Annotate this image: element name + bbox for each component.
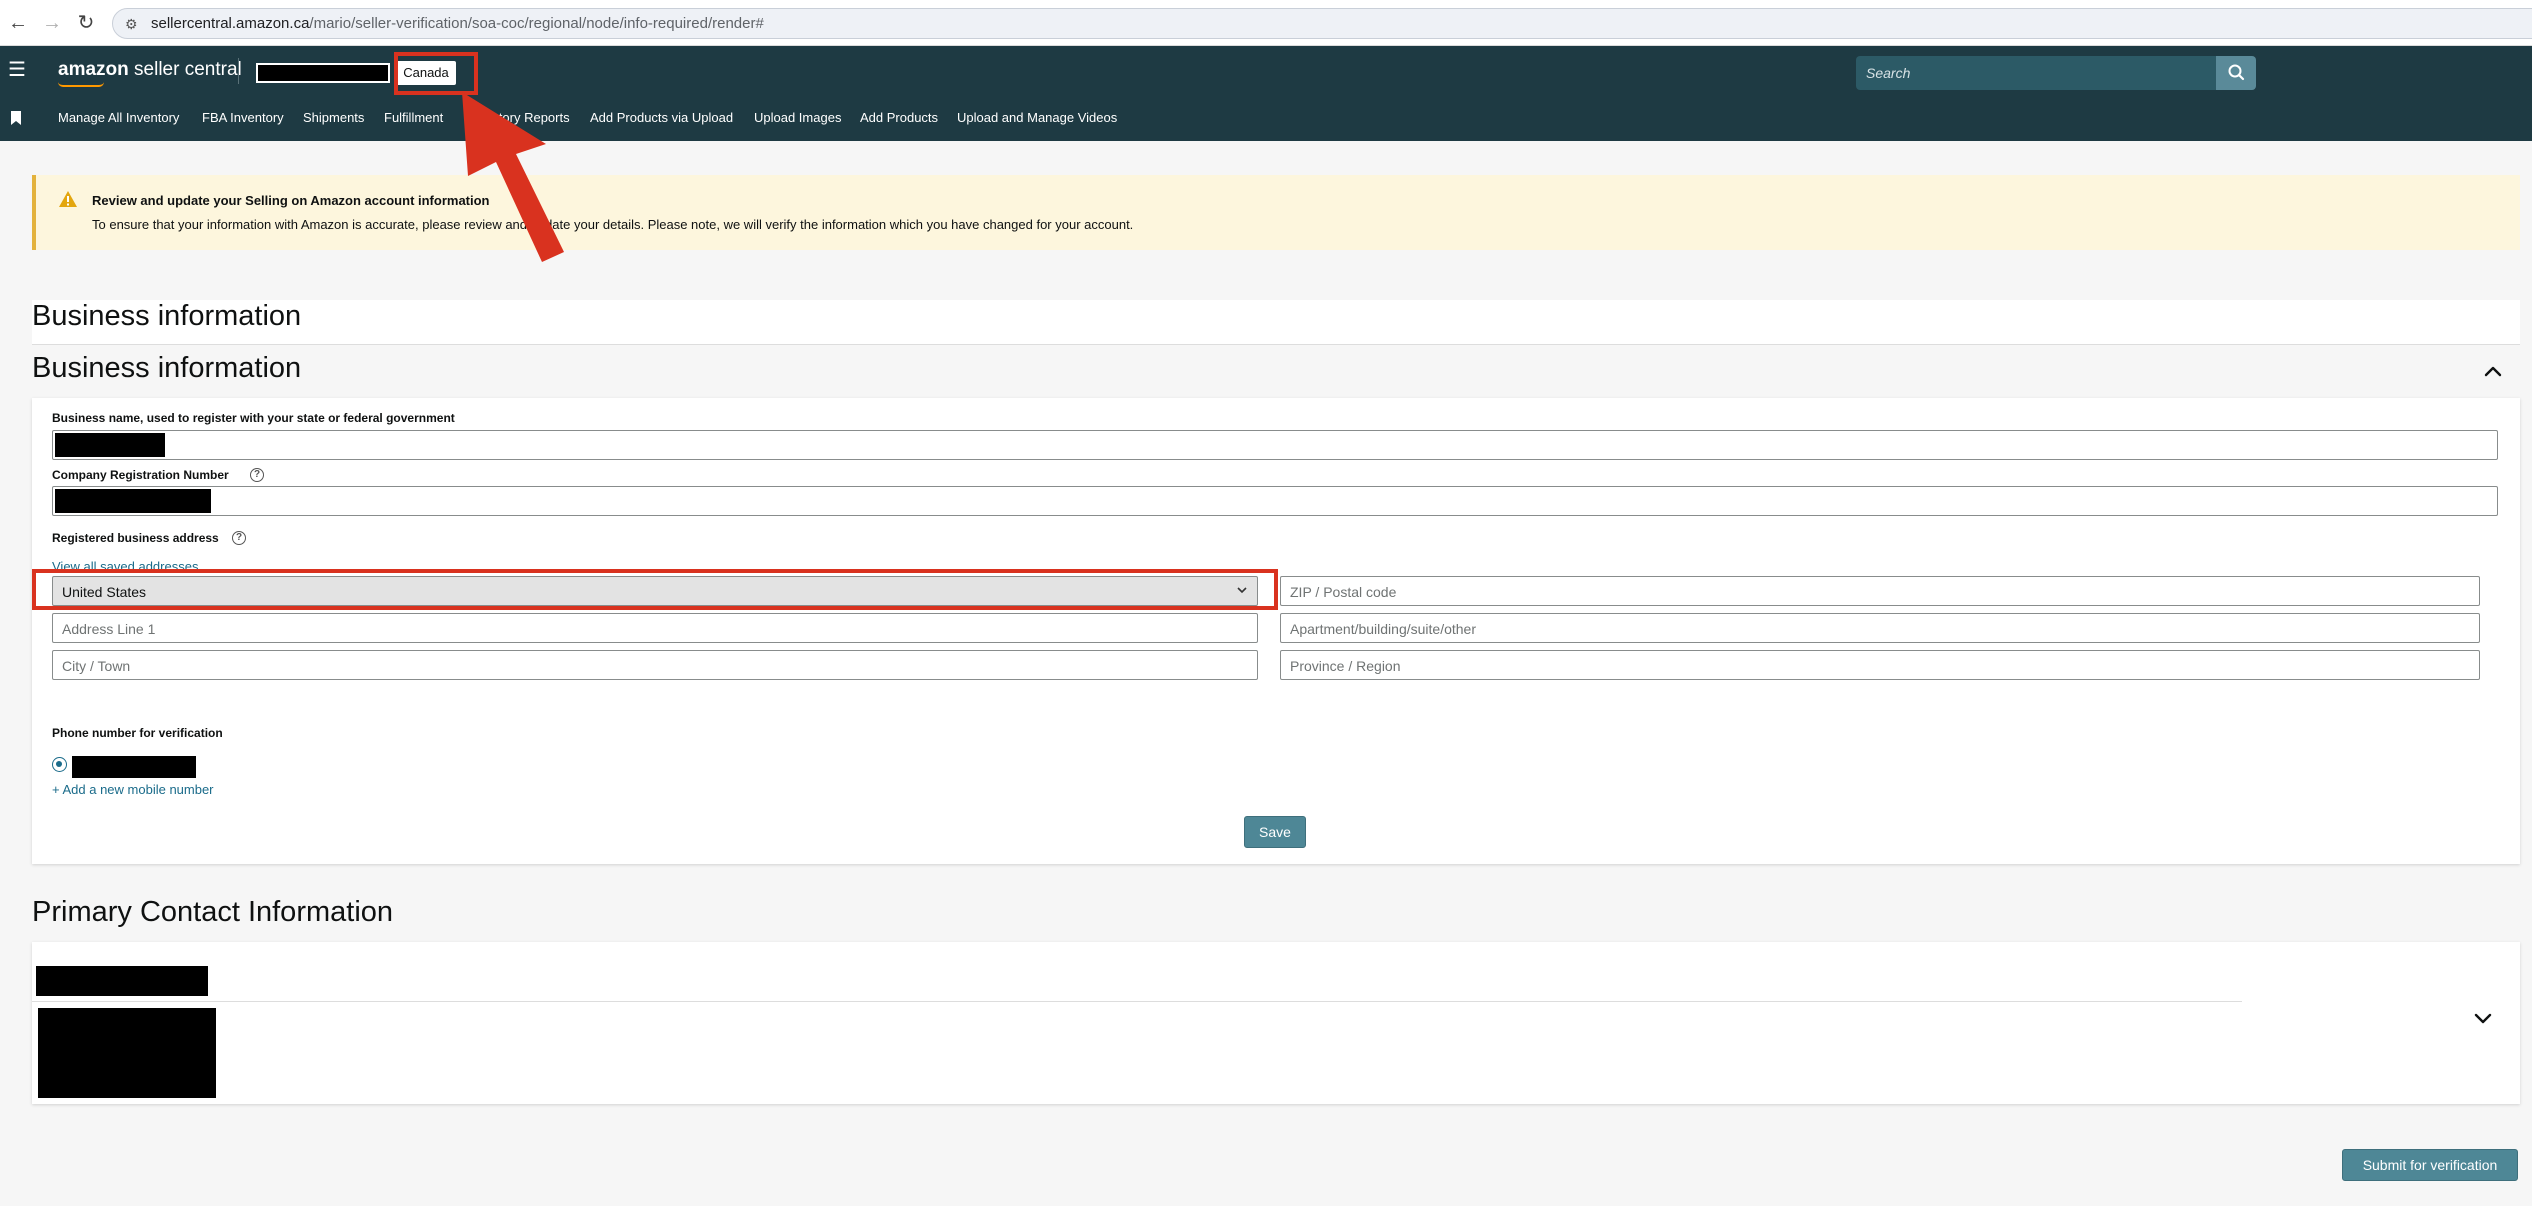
primary-contact-heading: Primary Contact Information bbox=[32, 896, 394, 928]
company-registration-label: Company Registration Number bbox=[52, 468, 229, 482]
address-bar[interactable]: ⚙ sellercentral.amazon.ca/mario/seller-v… bbox=[112, 8, 2532, 39]
navigation-shortcuts-bar: Manage All Inventory FBA Inventory Shipm… bbox=[0, 96, 2532, 141]
back-icon[interactable]: ← bbox=[4, 9, 32, 37]
bookmark-icon[interactable] bbox=[10, 110, 22, 126]
help-icon[interactable]: ? bbox=[250, 468, 264, 482]
view-saved-addresses-link[interactable]: View all saved addresses bbox=[52, 559, 198, 574]
province-region-input[interactable]: Province / Region bbox=[1280, 650, 2480, 680]
zip-placeholder: ZIP / Postal code bbox=[1290, 584, 1397, 600]
phone-radio[interactable] bbox=[52, 757, 67, 772]
marketplace-selector[interactable]: Canada bbox=[396, 61, 456, 85]
chevron-down-icon bbox=[1237, 587, 1247, 594]
search-placeholder: Search bbox=[1866, 65, 1911, 81]
section-divider bbox=[32, 344, 2520, 345]
seller-central-logo[interactable]: amazon seller central bbox=[58, 59, 242, 81]
business-info-heading: Business information bbox=[32, 352, 302, 384]
nav-add-products[interactable]: Add Products bbox=[860, 110, 938, 125]
nav-add-products-via-upload[interactable]: Add Products via Upload bbox=[590, 110, 733, 125]
submit-for-verification-button[interactable]: Submit for verification bbox=[2342, 1149, 2518, 1181]
nav-upload-and-manage-videos[interactable]: Upload and Manage Videos bbox=[957, 110, 1117, 125]
alert-title: Review and update your Selling on Amazon… bbox=[92, 193, 490, 208]
primary-contact-card[interactable] bbox=[32, 942, 2520, 1104]
company-registration-field[interactable] bbox=[52, 486, 2498, 516]
header-divider bbox=[238, 58, 239, 84]
country-select[interactable]: United States bbox=[52, 576, 1258, 606]
nav-fba-inventory[interactable]: FBA Inventory bbox=[202, 110, 284, 125]
address-line-1-placeholder: Address Line 1 bbox=[62, 621, 156, 637]
annotation-arrow bbox=[462, 92, 564, 262]
help-icon[interactable]: ? bbox=[232, 531, 246, 545]
address-line-1-input[interactable]: Address Line 1 bbox=[52, 613, 1258, 643]
country-value: United States bbox=[62, 584, 147, 600]
apartment-placeholder: Apartment/building/suite/other bbox=[1290, 621, 1476, 637]
redacted-business-name bbox=[55, 433, 165, 457]
nav-shipments[interactable]: Shipments bbox=[303, 110, 364, 125]
logo-smile-mark bbox=[58, 82, 104, 87]
nav-manage-all-inventory[interactable]: Manage All Inventory bbox=[58, 110, 179, 125]
business-info-outer-heading: Business information bbox=[32, 300, 302, 332]
chevron-down-icon[interactable] bbox=[2472, 1007, 2494, 1029]
url-host: sellercentral.amazon.ca bbox=[151, 15, 310, 32]
province-placeholder: Province / Region bbox=[1290, 658, 1401, 674]
save-button[interactable]: Save bbox=[1244, 816, 1306, 848]
search-button[interactable] bbox=[2216, 56, 2256, 90]
search-icon bbox=[2228, 64, 2245, 81]
add-mobile-number-link[interactable]: + Add a new mobile number bbox=[52, 782, 214, 797]
review-alert: Review and update your Selling on Amazon… bbox=[32, 175, 2520, 250]
business-name-field[interactable] bbox=[52, 430, 2498, 460]
business-info-outer-band bbox=[32, 300, 2520, 344]
logo-product: seller central bbox=[128, 59, 242, 80]
chevron-up-icon[interactable] bbox=[2482, 361, 2504, 383]
city-town-input[interactable]: City / Town bbox=[52, 650, 1258, 680]
menu-icon[interactable]: ☰ bbox=[8, 60, 28, 80]
zip-postal-input[interactable]: ZIP / Postal code bbox=[1280, 576, 2480, 606]
registered-address-label: Registered business address bbox=[52, 531, 219, 545]
logo-brand: amazon bbox=[58, 59, 129, 80]
business-name-label: Business name, used to register with you… bbox=[52, 411, 455, 425]
redacted-phone-number bbox=[72, 756, 196, 778]
seller-central-header: ☰ amazon seller central Canada Search bbox=[0, 46, 2532, 96]
url-text: sellercentral.amazon.ca/mario/seller-ver… bbox=[151, 15, 764, 32]
redacted-contact-details bbox=[38, 1008, 216, 1098]
contact-divider bbox=[32, 1001, 2242, 1002]
warning-icon bbox=[59, 191, 77, 207]
forward-icon[interactable]: → bbox=[38, 9, 66, 37]
redacted-account-name[interactable] bbox=[256, 63, 390, 83]
redacted-contact-name bbox=[36, 966, 208, 996]
redacted-registration-number bbox=[55, 489, 211, 513]
business-info-card: Business name, used to register with you… bbox=[32, 398, 2520, 864]
phone-verification-label: Phone number for verification bbox=[52, 726, 223, 740]
city-placeholder: City / Town bbox=[62, 658, 131, 674]
url-path: /mario/seller-verification/soa-coc/regio… bbox=[309, 15, 764, 32]
site-settings-icon[interactable]: ⚙ bbox=[125, 16, 141, 32]
nav-fulfillment[interactable]: Fulfillment bbox=[384, 110, 443, 125]
alert-body: To ensure that your information with Ama… bbox=[92, 217, 1134, 232]
nav-upload-images[interactable]: Upload Images bbox=[754, 110, 841, 125]
reload-icon[interactable]: ↻ bbox=[72, 9, 100, 37]
apartment-input[interactable]: Apartment/building/suite/other bbox=[1280, 613, 2480, 643]
search-input[interactable]: Search bbox=[1856, 56, 2216, 90]
browser-toolbar: ← → ↻ ⚙ sellercentral.amazon.ca/mario/se… bbox=[0, 0, 2532, 46]
